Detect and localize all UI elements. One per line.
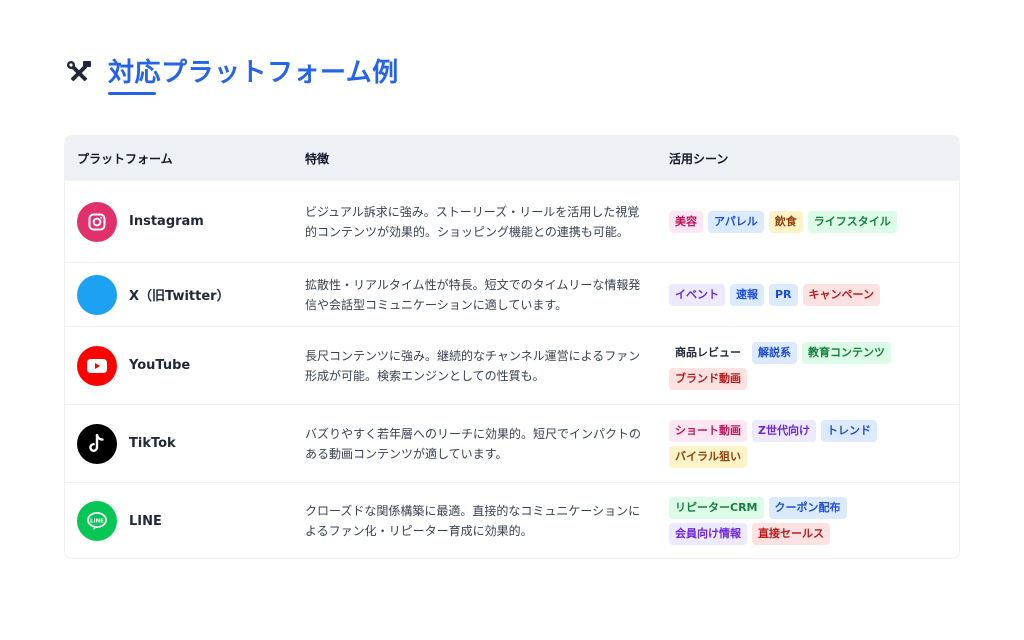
scene-tag: ブランド動画 (669, 367, 747, 390)
tag-list: リピーターCRM クーポン配布 会員向け情報 直接セールス (669, 497, 959, 545)
scene-tag: 商品レビュー (675, 345, 741, 359)
instagram-icon (77, 201, 117, 242)
svg-text:LINE: LINE (90, 518, 104, 524)
header-features: 特徴 (305, 151, 330, 166)
scene-tag: イベント (669, 283, 725, 306)
scene-tag: 教育コンテンツ (802, 341, 891, 364)
table-row: Instagram ビジュアル訴求に強み。ストーリーズ・リールを活用した視覚的コ… (65, 180, 959, 262)
scene-tag: 飲食 (768, 210, 803, 233)
tag-list: ショート動画 Z世代向け トレンド バイラル狙い (669, 419, 959, 468)
page-header: 対応プラットフォーム例 (64, 56, 399, 90)
scene-tag: キャンペーン (802, 283, 880, 306)
platform-description: バズりやすく若年層へのリーチに効果的。短尺でインパクトのある動画コンテンツが適し… (305, 426, 642, 461)
scene-tag: PR (769, 283, 798, 306)
youtube-icon (77, 345, 117, 386)
tag-list: 美容 アパレル 飲食 ライフスタイル (669, 210, 959, 233)
tag-list: 商品レビュー 解説系 教育コンテンツ ブランド動画 (669, 341, 959, 390)
platform-description: 長尺コンテンツに強み。継続的なチャンネル運営によるファン形成が可能。検索エンジン… (305, 348, 641, 383)
platform-name: X（旧Twitter） (129, 289, 230, 304)
platform-name: TikTok (129, 436, 176, 451)
tiktok-icon (77, 423, 117, 464)
scene-tag: ショート動画 (669, 419, 747, 442)
tools-icon (64, 58, 94, 88)
scene-tag: 速報 (730, 283, 764, 306)
page-title: 対応プラットフォーム例 (108, 58, 399, 88)
scene-tag: 解説系 (752, 341, 797, 364)
line-icon: LINE (77, 501, 117, 541)
x-twitter-icon (77, 274, 117, 315)
table-row: TikTok バズりやすく若年層へのリーチに効果的。短尺でインパクトのある動画コ… (65, 404, 959, 482)
scene-tag: アパレル (708, 210, 764, 233)
table-header: プラットフォーム 特徴 活用シーン (65, 136, 959, 180)
table-row: LINE LINE クローズドな関係構築に最適。直接的なコミュニケーションによる… (65, 482, 959, 558)
scene-tag: リピーターCRM (669, 497, 764, 519)
platform-description: ビジュアル訴求に強み。ストーリーズ・リールを活用した視覚的コンテンツが効果的。シ… (305, 204, 640, 239)
platform-name: Instagram (129, 214, 204, 229)
tag-list: イベント 速報 PR キャンペーン (669, 283, 959, 306)
scene-tag: 直接セールス (752, 523, 830, 545)
scene-tag: 美容 (669, 210, 703, 233)
scene-tag: 会員向け情報 (669, 523, 747, 545)
scene-tag: トレンド (820, 419, 877, 442)
platform-name: LINE (129, 513, 162, 529)
platform-description: 拡散性・リアルタイム性が特長。短文でのタイムリーな情報発信や会話型コミュニケーシ… (305, 277, 641, 312)
title-underline (108, 92, 156, 95)
platform-table: プラットフォーム 特徴 活用シーン Instagram ビジュアル訴求に強み。ス… (64, 135, 960, 559)
header-scenes: 活用シーン (669, 151, 729, 166)
table-row: YouTube 長尺コンテンツに強み。継続的なチャンネル運営によるファン形成が可… (65, 326, 959, 404)
platform-description: クローズドな関係構築に最適。直接的なコミュニケーションによるファン化・リピーター… (305, 504, 641, 538)
table-row: X（旧Twitter） 拡散性・リアルタイム性が特長。短文でのタイムリーな情報発… (65, 262, 959, 326)
scene-tag: バイラル狙い (669, 445, 747, 468)
scene-tag: Z世代向け (752, 419, 816, 442)
header-platform: プラットフォーム (77, 151, 173, 166)
scene-tag: ライフスタイル (807, 210, 897, 233)
platform-name: YouTube (129, 358, 191, 373)
scene-tag: クーポン配布 (768, 497, 847, 519)
